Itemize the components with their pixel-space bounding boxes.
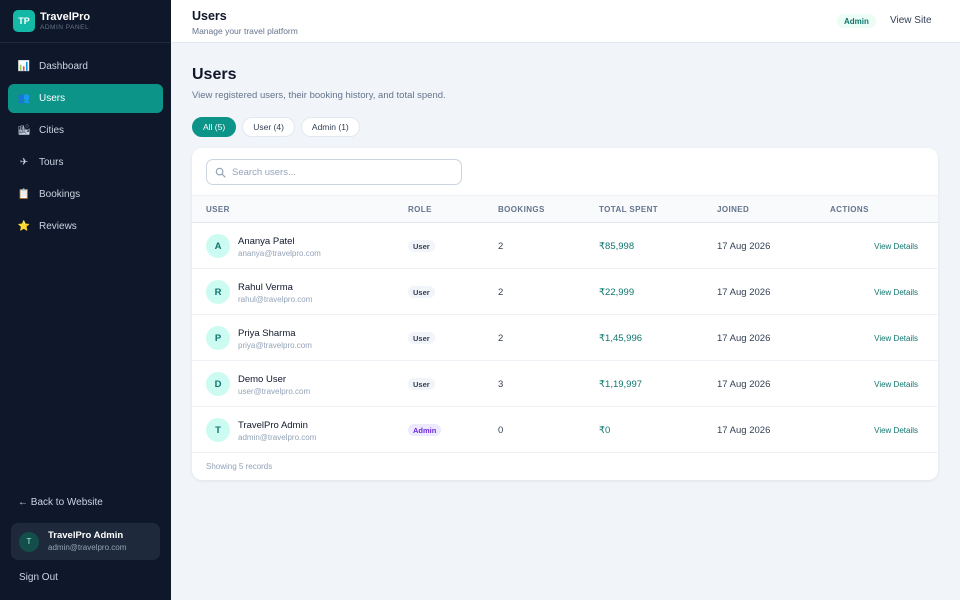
topbar-subtitle: Manage your travel platform <box>192 26 298 36</box>
page-title: Users <box>192 66 237 83</box>
user-name: TravelPro Admin <box>238 420 308 431</box>
sidebar-item-label: Bookings <box>39 189 81 200</box>
column-header-bookings: BOOKINGS <box>498 205 545 214</box>
filter-tab-1[interactable]: User (4) <box>242 117 295 137</box>
column-header-role: ROLE <box>408 205 432 214</box>
role-filter-tabs: All (5) User (4) Admin (1) <box>192 117 360 137</box>
current-user-email: admin@travelpro.com <box>48 543 127 552</box>
user-email: ananya@travelpro.com <box>238 249 321 258</box>
current-user-name: TravelPro Admin <box>48 530 124 541</box>
user-name: Ananya Patel <box>238 236 295 247</box>
sidebar-item-cities[interactable]: 🏙 Cities <box>8 116 163 145</box>
sidebar-nav: 📊 Dashboard 👥 Users 🏙 Cities ✈ Tours 📋 Bookings ⭐ R… <box>0 43 171 241</box>
dashboard-icon: 📊 <box>17 61 31 72</box>
avatar: T <box>19 531 39 552</box>
role-badge: User <box>408 286 435 298</box>
sidebar-item-bookings[interactable]: 📋 Bookings <box>8 180 163 209</box>
joined-date: 17 Aug 2026 <box>717 333 771 344</box>
view-details-link[interactable]: View Details <box>874 334 918 343</box>
filter-tab-2[interactable]: Admin (1) <box>300 117 360 137</box>
sidebar-item-tours[interactable]: ✈ Tours <box>8 148 163 177</box>
filter-tab-0[interactable]: All (5) <box>192 117 237 137</box>
back-to-website-link[interactable]: ← Back to Website <box>18 497 103 508</box>
sidebar-item-reviews[interactable]: ⭐ Reviews <box>8 212 163 241</box>
view-details-link[interactable]: View Details <box>874 426 918 435</box>
role-badge: Admin <box>408 424 442 436</box>
role-badge: User <box>408 240 435 252</box>
users-icon: 👥 <box>17 93 31 104</box>
tours-icon: ✈ <box>19 157 29 168</box>
column-header-actions: ACTIONS <box>830 205 869 214</box>
topbar: Users Manage your travel platform Admin … <box>171 0 960 43</box>
brand[interactable]: TP TravelPro ADMIN PANEL <box>0 0 171 43</box>
user-email: rahul@travelpro.com <box>238 295 313 304</box>
table-row: D Demo User user@travelpro.com User 3 ₹1,19,9… <box>192 361 938 407</box>
bookings-count: 2 <box>498 241 504 252</box>
avatar: A <box>206 234 230 258</box>
users-table-card: USER ROLE BOOKINGS TOTAL SPENT JOINED AC… <box>192 148 938 480</box>
role-badge: Admin <box>837 14 876 28</box>
role-badge: User <box>408 332 435 344</box>
records-count: Showing 5 records <box>206 462 273 471</box>
avatar: D <box>206 372 230 396</box>
topbar-title: Users <box>192 9 227 23</box>
user-name: Demo User <box>238 374 287 385</box>
view-site-link[interactable]: View Site <box>890 15 932 26</box>
sidebar-item-label: Dashboard <box>39 61 88 72</box>
sidebar-item-label: Cities <box>39 125 65 136</box>
column-header-total-spent: TOTAL SPENT <box>599 205 659 214</box>
column-header-joined: JOINED <box>717 205 750 214</box>
joined-date: 17 Aug 2026 <box>717 241 771 252</box>
joined-date: 17 Aug 2026 <box>717 287 771 298</box>
role-badge: User <box>408 378 435 390</box>
sidebar-item-label: Tours <box>39 157 64 168</box>
cities-icon: 🏙 <box>17 125 31 136</box>
avatar: T <box>206 418 230 442</box>
view-details-link[interactable]: View Details <box>874 288 918 297</box>
table-row: R Rahul Verma rahul@travelpro.com User 2 ₹22,… <box>192 269 938 315</box>
total-spent: ₹22,999 <box>599 287 635 298</box>
view-details-link[interactable]: View Details <box>874 380 918 389</box>
user-email: user@travelpro.com <box>238 387 311 396</box>
bookings-count: 0 <box>498 425 504 436</box>
sidebar-item-label: Reviews <box>39 221 77 232</box>
user-email: admin@travelpro.com <box>238 433 317 442</box>
search-box[interactable] <box>206 159 462 185</box>
bookings-count: 2 <box>498 333 504 344</box>
avatar: R <box>206 280 230 304</box>
table-row: T TravelPro Admin admin@travelpro.com Admin… <box>192 407 938 453</box>
user-name: Priya Sharma <box>238 328 296 339</box>
user-email: priya@travelpro.com <box>238 341 312 350</box>
brand-logo: TP <box>13 10 35 32</box>
table-row: A Ananya Patel ananya@travelpro.com User 2 ₹8… <box>192 223 938 269</box>
sidebar-item-dashboard[interactable]: 📊 Dashboard <box>8 52 163 81</box>
total-spent: ₹0 <box>599 425 611 436</box>
user-name: Rahul Verma <box>238 282 293 293</box>
search-input[interactable] <box>232 166 452 178</box>
avatar: P <box>206 326 230 350</box>
joined-date: 17 Aug 2026 <box>717 425 771 436</box>
search-icon <box>215 167 226 177</box>
current-user-card: T TravelPro Admin admin@travelpro.com <box>11 523 160 560</box>
bookings-icon: 📋 <box>17 189 31 200</box>
total-spent: ₹1,19,997 <box>599 379 643 390</box>
page-subtitle: View registered users, their booking his… <box>192 90 446 101</box>
joined-date: 17 Aug 2026 <box>717 379 771 390</box>
total-spent: ₹1,45,996 <box>599 333 643 344</box>
brand-subtitle: ADMIN PANEL <box>40 23 90 31</box>
brand-title: TravelPro <box>40 10 91 23</box>
table-header: USER ROLE BOOKINGS TOTAL SPENT JOINED AC… <box>192 195 938 223</box>
column-header-user: USER <box>206 205 230 214</box>
sign-out-button[interactable]: Sign Out <box>19 572 58 583</box>
table-row: P Priya Sharma priya@travelpro.com User 2 ₹1,… <box>192 315 938 361</box>
bookings-count: 3 <box>498 379 504 390</box>
sidebar-item-label: Users <box>39 93 66 104</box>
reviews-icon: ⭐ <box>17 221 31 232</box>
sidebar: TP TravelPro ADMIN PANEL 📊 Dashboard 👥 User… <box>0 0 171 600</box>
sidebar-item-users[interactable]: 👥 Users <box>8 84 163 113</box>
total-spent: ₹85,998 <box>599 241 635 252</box>
bookings-count: 2 <box>498 287 504 298</box>
view-details-link[interactable]: View Details <box>874 242 918 251</box>
